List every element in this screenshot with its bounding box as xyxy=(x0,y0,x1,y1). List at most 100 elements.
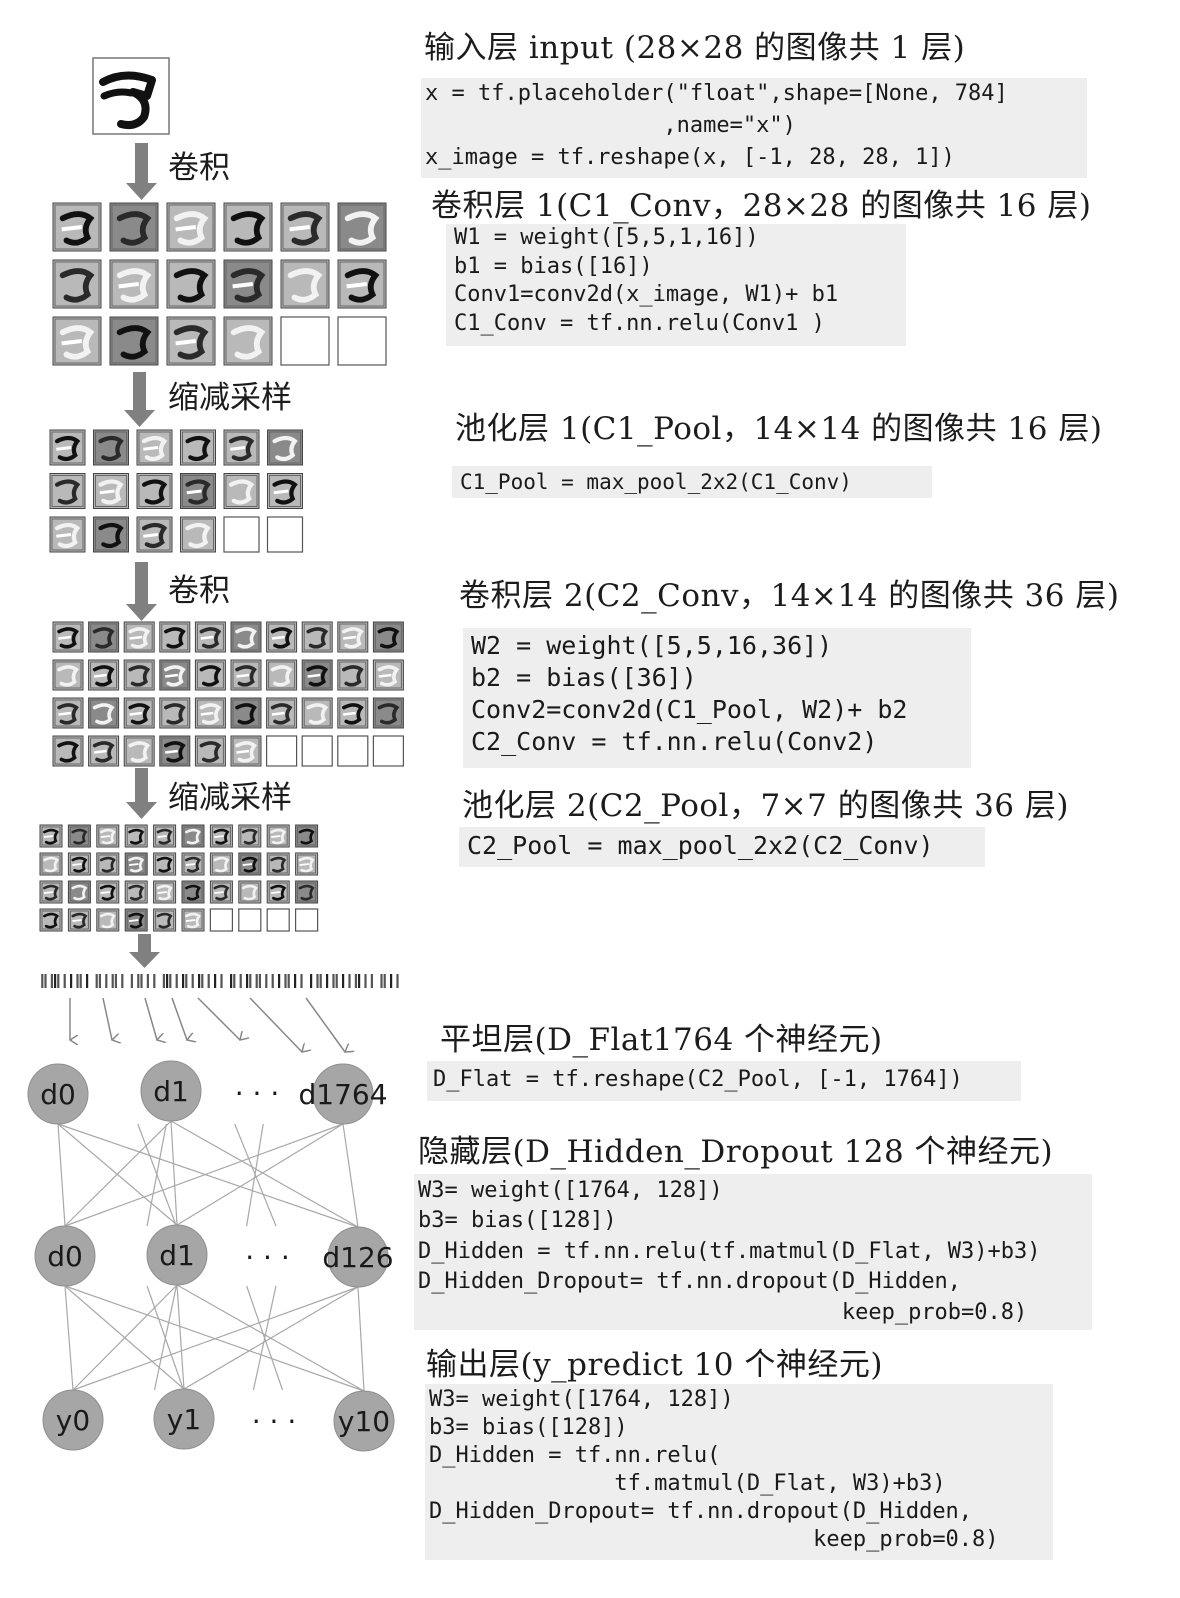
feature-map-thumbnail xyxy=(295,824,319,848)
feature-map-thumbnail xyxy=(180,473,216,509)
input-layer-heading: 输入层 input (28×28 的图像共 1 层) xyxy=(424,30,966,66)
flat-unit xyxy=(294,974,297,988)
neuron-label: d0 xyxy=(40,1078,76,1111)
connection-edge xyxy=(252,1285,277,1391)
input-layer-code: x = tf.placeholder("float",shape=[None, … xyxy=(421,78,1087,178)
empty-feature-slot xyxy=(295,908,319,932)
down-arrow xyxy=(126,562,157,621)
empty-feature-slot xyxy=(223,516,260,553)
feature-map-thumbnail xyxy=(159,697,191,729)
flat-unit xyxy=(326,974,329,988)
code-line: x = tf.placeholder("float",shape=[None, … xyxy=(425,81,1008,106)
c2-feature-maps-grid xyxy=(52,621,404,767)
down-arrow xyxy=(126,143,157,200)
connection-edge xyxy=(153,1285,177,1391)
feature-map-thumbnail xyxy=(124,880,148,904)
flat-unit xyxy=(220,974,223,988)
flat-unit xyxy=(146,974,149,988)
feature-map-thumbnail xyxy=(337,202,387,252)
feature-map-thumbnail xyxy=(181,880,205,904)
feature-map-thumbnail xyxy=(153,824,177,848)
pool1-layer-heading: 池化层 1(C1_Pool，14×14 的图像共 16 层) xyxy=(455,411,1103,447)
feature-map-thumbnail xyxy=(223,202,273,252)
flat-unit xyxy=(396,974,399,988)
feature-map-thumbnail xyxy=(266,621,298,653)
feature-map-thumbnail xyxy=(109,202,159,252)
feature-map-thumbnail xyxy=(223,429,260,466)
flat-unit xyxy=(380,974,383,988)
feature-map-thumbnail xyxy=(52,259,102,309)
neuron-label: d1764 xyxy=(298,1078,387,1111)
feature-map-thumbnail xyxy=(67,880,91,904)
empty-feature-slot xyxy=(238,908,262,932)
flat-neuron: d1 xyxy=(140,1060,202,1122)
feature-map-thumbnail xyxy=(301,621,333,653)
connection-edge xyxy=(170,1120,178,1226)
flat-unit xyxy=(175,974,178,988)
feature-map-thumbnail xyxy=(153,908,177,932)
feature-map-thumbnail xyxy=(223,259,273,309)
flat-layer-heading: 平坦层(D_Flat1764 个神经元) xyxy=(440,1022,883,1058)
flat-unit xyxy=(358,974,361,988)
output-layer-heading: 输出层(y_predict 10 个神经元) xyxy=(426,1347,883,1383)
feature-map-thumbnail xyxy=(136,473,173,509)
flat-unit xyxy=(114,974,117,988)
flat-unit xyxy=(63,974,66,988)
flat-unit xyxy=(185,974,188,988)
connection-edge xyxy=(246,1123,264,1227)
feature-map-thumbnail xyxy=(123,735,155,767)
connection-edge xyxy=(64,1285,74,1391)
ellipsis: · · · xyxy=(245,1241,290,1274)
c1-feature-maps-grid xyxy=(52,202,387,366)
flat-unit xyxy=(214,974,217,988)
feature-map-thumbnail xyxy=(209,880,233,904)
flat-unit xyxy=(287,974,290,988)
code-line: D_Flat = tf.reshape(C2_Pool, [-1, 1764]) xyxy=(433,1067,963,1092)
flatten-arrow xyxy=(171,997,187,1040)
flat-unit xyxy=(246,974,249,988)
flat-unit xyxy=(50,974,53,988)
code-line: W3= weight([1764, 128]) xyxy=(418,1178,723,1203)
feature-map-thumbnail xyxy=(230,697,262,729)
connection-edge xyxy=(183,1286,359,1390)
flat-unit xyxy=(207,974,210,988)
code-line: D_Hidden = tf.nn.relu(tf.matmul(D_Flat, … xyxy=(418,1238,1041,1264)
feature-map-thumbnail xyxy=(209,852,233,876)
feature-map-thumbnail xyxy=(67,852,91,876)
feature-map-thumbnail xyxy=(337,259,387,309)
feature-map-thumbnail xyxy=(88,735,120,767)
feature-map-thumbnail xyxy=(180,516,216,553)
conv2-layer-heading: 卷积层 2(C2_Conv，14×14 的图像共 36 层) xyxy=(459,578,1120,614)
flat-unit xyxy=(76,974,79,988)
down-arrow xyxy=(124,372,155,427)
neuron-label: d1 xyxy=(159,1239,195,1272)
code-line: C1_Conv = tf.nn.relu(Conv1 ) xyxy=(454,310,825,336)
connection-edge xyxy=(72,1284,178,1391)
flat-unit xyxy=(255,974,258,988)
empty-feature-slot xyxy=(266,516,304,553)
neuron-label: d1 xyxy=(153,1075,189,1108)
flat-unit xyxy=(284,974,287,988)
flat-unit xyxy=(390,974,393,988)
flat-unit xyxy=(105,974,108,988)
step-label-pool1: 缩减采样 xyxy=(168,380,292,416)
feature-map-thumbnail xyxy=(181,908,205,932)
flat-unit xyxy=(348,974,351,988)
flat-unit xyxy=(191,974,194,988)
flat-unit xyxy=(70,974,73,988)
feature-map-thumbnail xyxy=(96,824,120,848)
code-line: keep_prob=0.8) xyxy=(418,1299,1028,1325)
connection-edge xyxy=(146,1123,167,1227)
flat-unit xyxy=(198,974,201,988)
connection-edge xyxy=(64,1120,172,1227)
flatten-arrow xyxy=(144,997,157,1040)
code-line: tf.matmul(D_Flat, W3)+b3) xyxy=(429,1471,946,1496)
flat-unit xyxy=(162,974,165,988)
feature-map-thumbnail xyxy=(93,516,129,553)
feature-map-thumbnail xyxy=(96,852,120,876)
flat-unit xyxy=(233,974,236,988)
connection-edge xyxy=(72,1286,359,1391)
feature-map-thumbnail xyxy=(194,659,226,691)
feature-map-thumbnail xyxy=(301,659,333,691)
output-neuron: y0 xyxy=(42,1389,104,1451)
